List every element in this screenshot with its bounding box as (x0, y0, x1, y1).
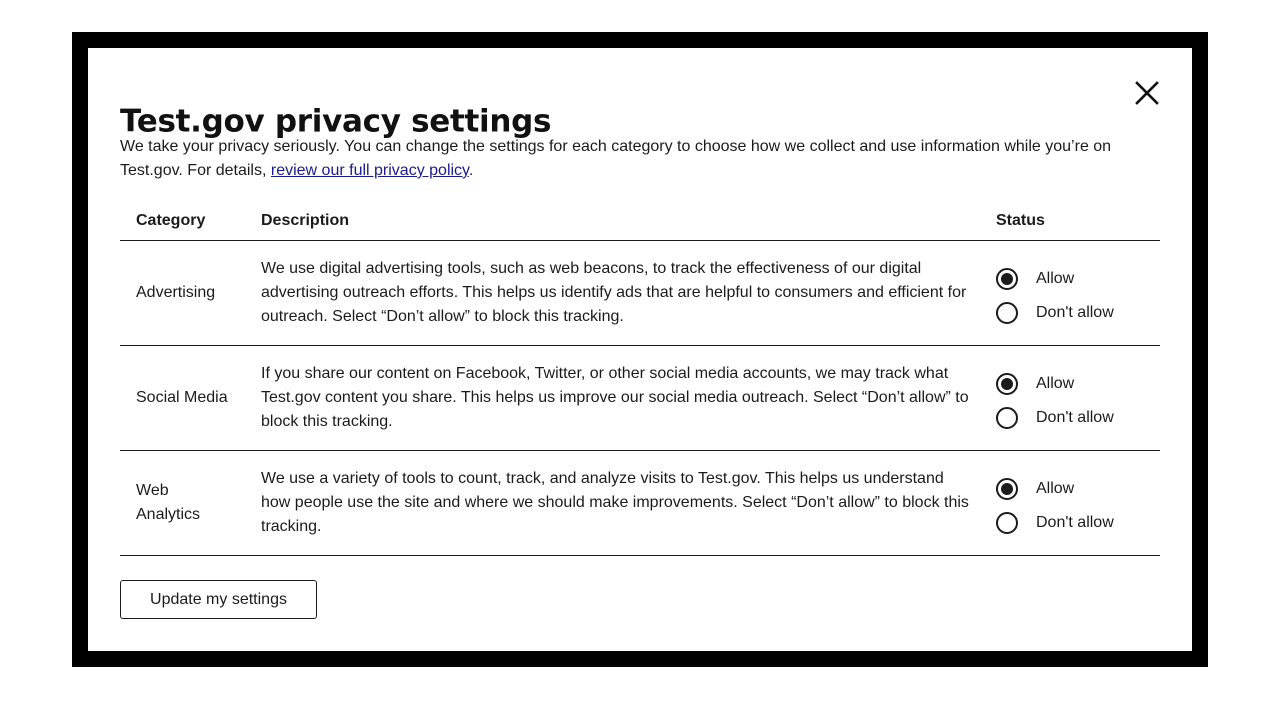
privacy-settings-table: Category Description Status Advertising … (120, 196, 1160, 556)
description-cell: We use digital advertising tools, such a… (261, 260, 967, 325)
table-row-social-media: Social Media If you share our content on… (120, 346, 1160, 451)
social-media-allow-radio[interactable]: Allow (996, 372, 1156, 396)
radio-label: Allow (1036, 270, 1075, 287)
category-label: Advertising (136, 284, 216, 301)
radio-label: Don't allow (1036, 514, 1114, 531)
radio-selected-icon (996, 268, 1018, 290)
status-cell: Allow Don't allow (996, 267, 1156, 335)
radio-selected-icon (996, 373, 1018, 395)
close-icon (1135, 81, 1159, 105)
table-row-advertising: Advertising We use digital advertising t… (120, 241, 1160, 346)
category-label: Social Media (136, 389, 228, 406)
status-cell: Allow Don't allow (996, 477, 1156, 545)
radio-label: Allow (1036, 480, 1075, 497)
table-row-web-analytics: Web Analytics We use a variety of tools … (120, 451, 1160, 556)
web-analytics-allow-radio[interactable]: Allow (996, 477, 1156, 501)
radio-unselected-icon (996, 512, 1018, 534)
advertising-allow-radio[interactable]: Allow (996, 267, 1156, 291)
table-header-row: Category Description Status (120, 196, 1160, 241)
radio-unselected-icon (996, 302, 1018, 324)
column-header-category: Category (136, 212, 206, 229)
intro-text-after: . (468, 162, 474, 179)
column-header-description: Description (261, 212, 350, 229)
intro-text-before: We take your privacy seriously. You can … (120, 138, 1112, 179)
description-cell: We use a variety of tools to count, trac… (261, 470, 969, 535)
web-analytics-dont-allow-radio[interactable]: Don't allow (996, 511, 1156, 535)
intro-text: We take your privacy seriously. You can … (120, 135, 1162, 183)
advertising-dont-allow-radio[interactable]: Don't allow (996, 301, 1156, 325)
privacy-policy-link[interactable]: review our full privacy policy (271, 162, 469, 179)
dialog-title: Test.gov privacy settings (120, 103, 552, 140)
radio-unselected-icon (996, 407, 1018, 429)
radio-label: Don't allow (1036, 304, 1114, 321)
close-button[interactable] (1132, 78, 1162, 108)
privacy-settings-dialog: Test.gov privacy settings We take your p… (88, 48, 1192, 651)
social-media-dont-allow-radio[interactable]: Don't allow (996, 406, 1156, 430)
radio-label: Don't allow (1036, 409, 1114, 426)
radio-label: Allow (1036, 375, 1075, 392)
status-cell: Allow Don't allow (996, 372, 1156, 440)
category-cell: Advertising (136, 241, 236, 345)
category-cell: Social Media (136, 346, 236, 450)
category-label: Web Analytics (136, 482, 201, 523)
radio-selected-icon (996, 478, 1018, 500)
column-header-status: Status (996, 212, 1045, 229)
description-cell: If you share our content on Facebook, Tw… (261, 365, 969, 430)
category-cell: Web Analytics (136, 451, 236, 555)
modal-frame: Test.gov privacy settings We take your p… (72, 32, 1208, 667)
update-settings-button[interactable]: Update my settings (120, 580, 317, 619)
